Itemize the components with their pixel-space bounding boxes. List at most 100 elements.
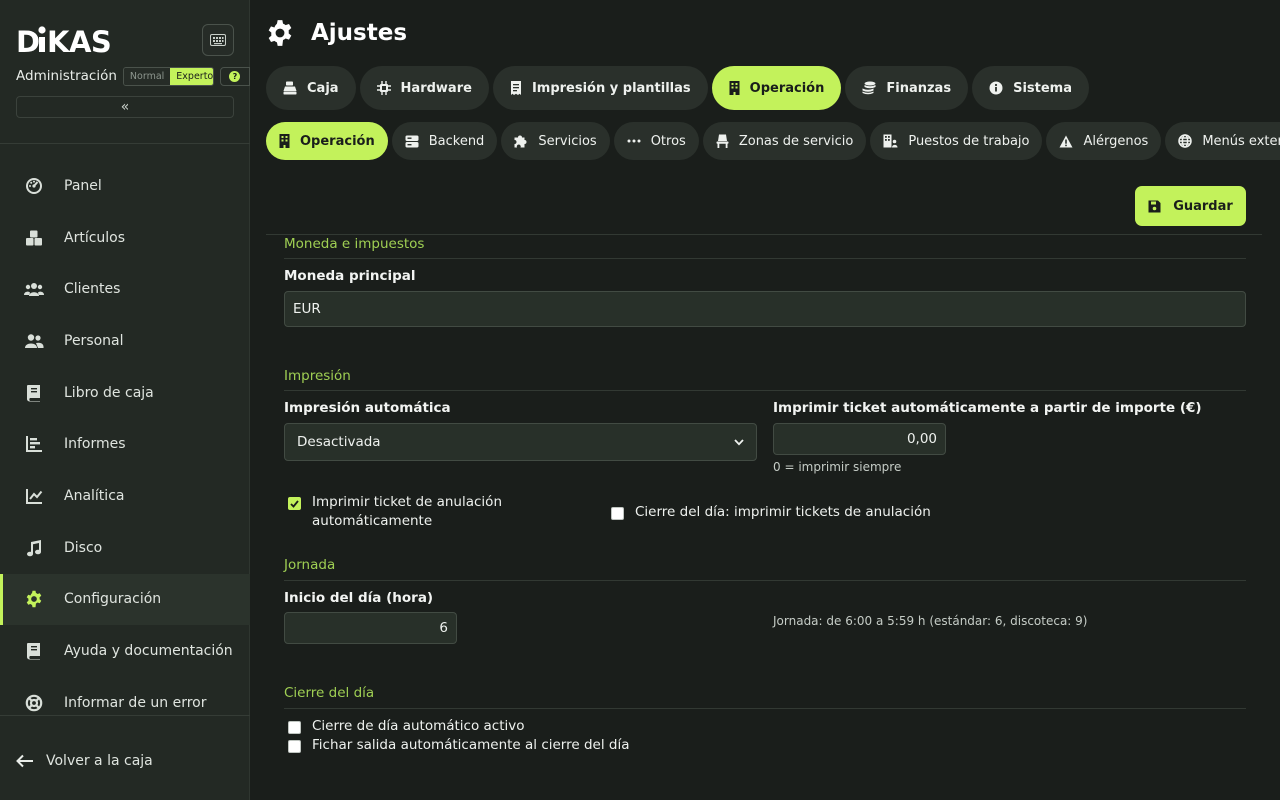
admin-row: Administración Normal Experto ? <box>16 66 250 86</box>
cancel-ticket-checkbox-row[interactable]: Imprimir ticket de anulación automáticam… <box>288 493 538 531</box>
book-icon <box>24 641 44 661</box>
close-day-cancel-checkbox[interactable] <box>611 507 624 520</box>
close-day-cancel-checkbox-row[interactable]: Cierre del día: imprimir tickets de anul… <box>611 503 931 522</box>
sidebar-item-libro-de-caja[interactable]: Libro de caja <box>0 367 250 419</box>
sidebar-item-configuracion[interactable]: Configuración <box>0 573 250 626</box>
gear-icon <box>24 589 44 609</box>
sidebar-item-label: Personal <box>64 332 124 349</box>
subtab-menus-externos[interactable]: Menús externos <box>1165 122 1280 160</box>
tab-operacion[interactable]: Operación <box>711 66 842 110</box>
svg-text:KAS: KAS <box>47 25 111 58</box>
mode-expert-option[interactable]: Experto <box>170 67 213 85</box>
server-icon <box>405 135 419 148</box>
subtab-zonas-servicio[interactable]: Zonas de servicio <box>702 122 867 160</box>
admin-label: Administración <box>16 68 117 84</box>
subtab-label: Backend <box>428 133 485 149</box>
keyboard-button[interactable] <box>202 24 234 56</box>
section-title-workday: Jornada <box>284 557 336 573</box>
back-to-register-link[interactable]: Volver a la caja <box>16 750 153 772</box>
building-icon <box>729 81 740 95</box>
brand-row: D KAS <box>16 24 234 59</box>
sidebar-item-label: Libro de caja <box>64 384 154 401</box>
floppy-disk-icon <box>1148 200 1161 213</box>
auto-clockout-checkbox-row[interactable]: Fichar salida automáticamente al cierre … <box>288 736 629 755</box>
tab-sistema[interactable]: Sistema <box>972 66 1089 110</box>
section-divider <box>284 258 1246 259</box>
gear-icon <box>266 19 296 47</box>
section-divider <box>284 580 1246 581</box>
warning-icon <box>1059 135 1073 148</box>
section-title-currency: Moneda e impuestos <box>284 236 425 252</box>
users-icon <box>24 279 44 299</box>
tab-impresion-plantillas[interactable]: Impresión y plantillas <box>492 66 708 110</box>
sidebar-item-label: Artículos <box>64 229 126 246</box>
auto-close-checkbox[interactable] <box>288 721 301 734</box>
logo: D KAS <box>16 24 122 67</box>
subtab-label: Operación <box>300 133 375 149</box>
sidebar-item-personal[interactable]: Personal <box>0 315 250 367</box>
sidebar-item-articulos[interactable]: Artículos <box>0 212 250 264</box>
threshold-label: Imprimir ticket automáticamente a partir… <box>773 400 1202 416</box>
mode-normal-option[interactable]: Normal <box>123 67 171 85</box>
auto-print-label: Impresión automática <box>284 400 451 416</box>
tab-finanzas[interactable]: Finanzas <box>845 66 969 110</box>
building-icon <box>279 134 290 148</box>
tab-label: Operación <box>749 80 825 96</box>
sidebar-item-informar-error[interactable]: Informar de un error <box>0 677 250 729</box>
sidebar-item-disco[interactable]: Disco <box>0 522 250 574</box>
help-button[interactable]: ? <box>219 66 250 86</box>
sidebar-item-analitica[interactable]: Analítica <box>0 470 250 522</box>
sidebar-item-clientes[interactable]: Clientes <box>0 263 250 315</box>
subtab-puestos-trabajo[interactable]: Puestos de trabajo <box>870 122 1043 160</box>
save-button[interactable]: Guardar <box>1135 186 1246 226</box>
subtab-servicios[interactable]: Servicios <box>501 122 610 160</box>
save-label: Guardar <box>1173 198 1233 214</box>
sidebar-item-label: Clientes <box>64 281 121 298</box>
sidebar-item-label: Ayuda y documentación <box>64 643 233 660</box>
bar-chart-icon <box>24 434 44 454</box>
tab-label: Caja <box>307 80 339 96</box>
tab-caja[interactable]: Caja <box>266 66 356 110</box>
sidebar-item-label: Disco <box>64 539 103 556</box>
sidebar-item-ayuda[interactable]: Ayuda y documentación <box>0 625 250 677</box>
sidebar-item-label: Analítica <box>64 487 125 504</box>
subtab-label: Alérgenos <box>1083 133 1149 149</box>
tab-label: Hardware <box>400 80 472 96</box>
subtab-alergenos[interactable]: Alérgenos <box>1046 122 1162 160</box>
mode-toggle[interactable]: Normal Experto <box>122 66 214 86</box>
cancel-ticket-label: Imprimir ticket de anulación automáticam… <box>312 494 503 529</box>
subtab-operacion[interactable]: Operación <box>266 122 388 160</box>
tab-hardware[interactable]: Hardware <box>359 66 489 110</box>
info-icon <box>989 81 1003 95</box>
cancel-ticket-checkbox[interactable] <box>288 497 301 510</box>
sidebar-item-panel[interactable]: Panel <box>0 160 250 212</box>
tab-label: Sistema <box>1013 80 1072 96</box>
coins-icon <box>862 81 876 95</box>
auto-print-select[interactable]: Desactivada <box>284 423 757 461</box>
subtab-backend[interactable]: Backend <box>391 122 498 160</box>
main-currency-input[interactable]: EUR <box>284 291 1246 327</box>
tab-label: Impresión y plantillas <box>531 80 691 96</box>
sidebar-item-label: Configuración <box>64 591 162 608</box>
chip-icon <box>376 81 391 95</box>
subtab-label: Puestos de trabajo <box>908 133 1030 149</box>
auto-close-checkbox-row[interactable]: Cierre de día automático activo <box>288 717 525 736</box>
auto-close-label: Cierre de día automático activo <box>312 718 525 734</box>
day-start-input[interactable]: 6 <box>284 612 457 644</box>
sidebar-divider <box>0 143 250 144</box>
collapse-sidebar-button[interactable]: « <box>16 96 234 118</box>
auto-clockout-checkbox[interactable] <box>288 740 301 753</box>
line-chart-icon <box>24 486 44 506</box>
tab-label: Finanzas <box>886 80 952 96</box>
sidebar-item-informes[interactable]: Informes <box>0 418 250 470</box>
subtab-label: Zonas de servicio <box>738 133 854 149</box>
threshold-input[interactable]: 0,00 <box>773 423 946 455</box>
operation-subtabs: Operación Backend Servicios Otros Zonas … <box>266 122 1280 160</box>
subtab-otros[interactable]: Otros <box>613 122 699 160</box>
globe-icon <box>1178 134 1193 148</box>
page-title: Ajustes <box>266 16 407 50</box>
book-icon <box>24 383 44 403</box>
main-currency-label: Moneda principal <box>284 268 416 284</box>
chevron-down-icon <box>734 434 744 450</box>
subtab-label: Servicios <box>538 133 597 149</box>
